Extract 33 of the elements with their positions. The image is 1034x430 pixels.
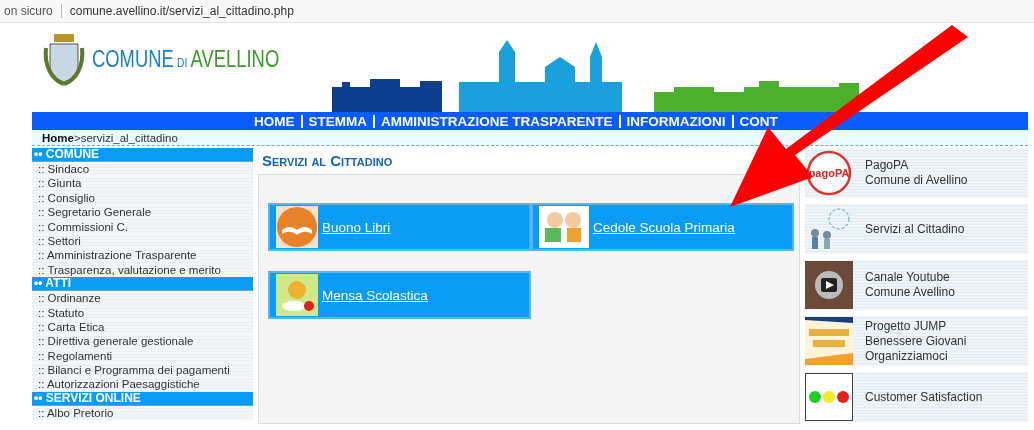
sidebar-section-header: •• COMUNE [32, 148, 253, 162]
nav-link[interactable]: STEMMA [300, 114, 367, 128]
site-logo-text: COMUNE DI AVELLINO [92, 46, 280, 73]
security-label: on sicuro [4, 4, 53, 18]
url-text[interactable]: comune.avellino.it/servizi_al_cittadino.php [60, 4, 294, 18]
breadcrumb-current: >servizi_al_cittadino [73, 131, 178, 144]
pagopa-logo: pagoPA [805, 149, 853, 197]
sidebar-link[interactable]: :: Segretario Generale [32, 205, 253, 220]
sidebar-link[interactable]: :: Sindaco [32, 162, 253, 177]
side-banner-link[interactable]: Servizi al Cittadino [805, 204, 1028, 254]
sidebar-link[interactable]: :: Bilanci e Programma dei pagamenti [32, 363, 253, 378]
children-reading-drawing [539, 206, 589, 248]
chef-cartoon-drawing [276, 274, 318, 316]
side-banner-link[interactable]: Progetto JUMP Benessere Giovani Organizziamoci [805, 316, 1028, 366]
side-banner-link[interactable]: Customer Satisfaction [805, 372, 1028, 422]
sidebar-section-header: •• ATTI [32, 277, 253, 292]
nav-link[interactable]: AMMINISTRAZIONE TRASPARENTE [373, 114, 613, 128]
page-title: Servizi al Cittadino [261, 151, 394, 171]
breadcrumb-home-link[interactable]: Home [42, 131, 74, 144]
sidebar-link[interactable]: :: Giunta [32, 176, 253, 191]
nav-link[interactable]: HOME [254, 114, 295, 128]
poster-thumbnail [805, 317, 853, 365]
side-banner-link[interactable]: Canale Youtube Comune Avellino [805, 260, 1028, 310]
sidebar-link[interactable]: :: Direttiva generale gestionale [32, 334, 253, 349]
open-book-icon [276, 206, 318, 248]
video-thumbnail [805, 261, 853, 309]
side-banner-link[interactable]: pagoPA PagoPA Comune di Avellino [805, 148, 1028, 198]
nav-link[interactable]: INFORMAZIONI [618, 114, 726, 128]
sidebar-link[interactable]: :: Amministrazione Trasparente [32, 248, 253, 263]
smiley-faces-icon [805, 373, 853, 421]
sidebar-link[interactable]: :: Ordinanze [32, 291, 253, 306]
nav-link[interactable]: CONT [731, 114, 778, 128]
sidebar-link[interactable]: :: Autorizzazioni Paesaggistiche [32, 377, 253, 392]
